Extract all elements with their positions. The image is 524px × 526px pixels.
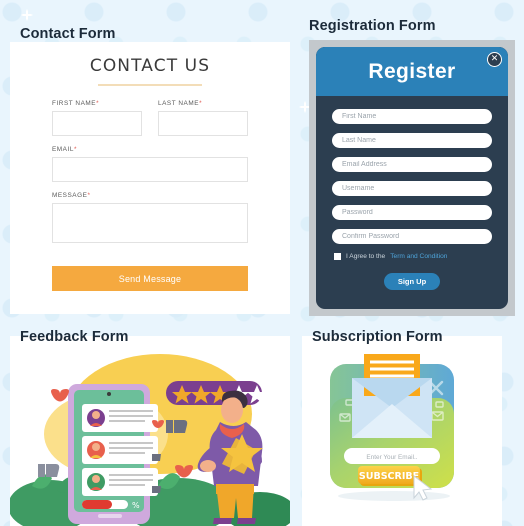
email-input-placeholder: Enter Your Email.. [366,454,417,461]
agree-terms-row: I Agree to the Term and Condition [334,253,492,260]
send-message-button[interactable]: Send Message [52,266,248,291]
subscribe-button: SUBSCRIBE [358,466,422,486]
email-input-field: Enter Your Email.. [344,448,440,464]
message-group: MESSAGE* [52,192,248,248]
first-name-group: FIRST NAME* [52,100,142,136]
agree-terms-checkbox[interactable] [334,253,341,260]
last-name-label: LAST NAME* [158,100,248,107]
agree-terms-label: I Agree to the [346,253,386,260]
required-asterisk: * [199,100,203,107]
register-username-input[interactable] [332,181,492,196]
subscription-illustration: Enter Your Email.. SUBSCRIBE [330,354,454,501]
registration-form-frame: Register ✕ I Agree to the Term and Condi… [309,40,515,316]
progress-bar: % [82,500,140,510]
thumbs-up-icon [166,420,188,433]
contact-us-heading: CONTACT US [89,56,211,76]
heart-icon [51,389,69,402]
review-card [82,436,161,464]
last-name-group: LAST NAME* [158,100,248,136]
register-heading: Register [368,59,456,83]
phone-home-bar [98,514,122,518]
section-title-contact-form: Contact Form [20,26,116,42]
thumbs-down-icon [38,464,60,477]
close-x-icon[interactable]: ✕ [487,52,502,67]
review-card [82,468,161,496]
thumbs-down-icon [152,454,161,461]
registration-form-card: Register ✕ I Agree to the Term and Condi… [316,47,508,309]
first-name-label: FIRST NAME* [52,100,142,107]
email-input[interactable] [52,157,248,182]
terms-and-conditions-link[interactable]: Term and Condition [390,253,447,260]
phone-camera-dot [107,392,111,396]
message-textarea[interactable] [52,203,248,243]
sign-up-button[interactable]: Sign Up [383,273,441,290]
rating-pill [166,381,267,405]
first-name-input[interactable] [52,111,142,136]
register-first-name-input[interactable] [332,109,492,124]
contact-form-card: CONTACT US FIRST NAME* LAST NAME* EMAIL*… [10,42,290,314]
section-title-registration-form: Registration Form [309,18,436,34]
required-asterisk: * [87,192,91,199]
email-group: EMAIL* [52,146,248,182]
feedback-form-card: % [10,336,290,526]
page-root: Contact Form CONTACT US FIRST NAME* LAST… [0,0,524,526]
name-row: FIRST NAME* LAST NAME* [52,100,248,146]
required-asterisk: * [96,100,100,107]
review-card [82,404,164,432]
last-name-input[interactable] [158,111,248,136]
section-title-subscription-form: Subscription Form [312,329,443,345]
section-title-feedback-form: Feedback Form [20,329,129,345]
register-password-input[interactable] [332,205,492,220]
signup-button-wrap: Sign Up [332,271,492,290]
email-label: EMAIL* [52,146,248,153]
panel-shadow [338,491,450,501]
email-label-text: EMAIL [52,146,74,153]
subscription-form-card: Enter Your Email.. SUBSCRIBE [302,336,502,526]
register-email-address-input[interactable] [332,157,492,172]
contact-form-body: FIRST NAME* LAST NAME* EMAIL* MESSAGE* S… [10,86,290,291]
subscribe-button-label: SUBSCRIBE [359,471,419,482]
message-label: MESSAGE* [52,192,248,199]
progress-label: % [132,501,140,510]
required-asterisk: * [73,146,77,153]
register-confirm-password-input[interactable] [332,229,492,244]
last-name-label-text: LAST NAME [158,100,200,107]
register-last-name-input[interactable] [332,133,492,148]
feedback-illustration: % [10,354,290,526]
first-name-label-text: FIRST NAME [52,100,97,107]
registration-body: I Agree to the Term and Condition Sign U… [316,96,508,290]
envelope-icon [352,354,432,438]
background-sparkle-icon [18,6,36,24]
message-label-text: MESSAGE [52,192,88,199]
thumbs-up-icon [152,486,161,493]
registration-header: Register ✕ [316,47,508,96]
